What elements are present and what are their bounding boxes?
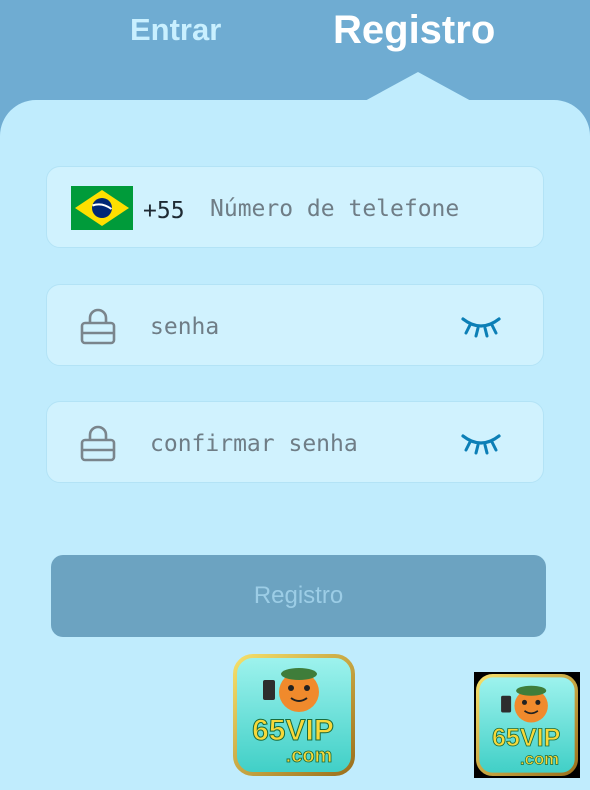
floating-logo-subtext: .com	[520, 749, 559, 768]
auth-tabs: Entrar Registro	[0, 0, 590, 102]
active-tab-indicator	[363, 72, 473, 102]
lock-icon	[80, 308, 116, 345]
eye-closed-icon[interactable]	[461, 430, 501, 456]
eye-closed-icon[interactable]	[461, 313, 501, 339]
password-input[interactable]	[150, 309, 440, 345]
brand-logo-subtext: .com	[286, 745, 333, 767]
lock-icon	[80, 425, 116, 462]
phone-input[interactable]	[210, 191, 530, 227]
brand-logo[interactable]: 65VIP .com	[233, 654, 355, 776]
confirm-password-field	[46, 401, 544, 483]
password-field	[46, 284, 544, 366]
tab-register[interactable]: Registro	[333, 8, 495, 53]
register-button[interactable]: Registro	[51, 555, 546, 637]
tab-login[interactable]: Entrar	[130, 12, 221, 48]
phone-field: +55	[46, 166, 544, 248]
floating-brand-logo[interactable]: 65VIP .com	[476, 674, 578, 776]
floating-logo-text: 65VIP	[492, 724, 560, 752]
brazil-flag-icon[interactable]	[71, 186, 133, 230]
dial-code[interactable]: +55	[143, 198, 185, 224]
brand-logo-text: 65VIP	[252, 714, 334, 747]
confirm-password-input[interactable]	[150, 426, 440, 462]
